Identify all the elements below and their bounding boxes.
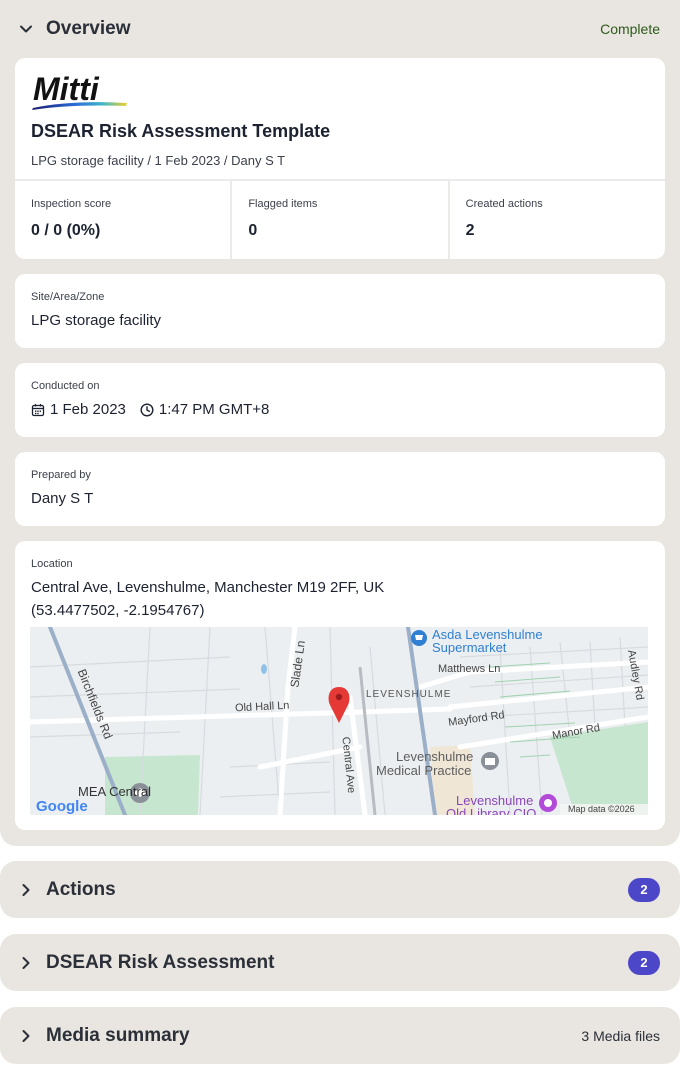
chevron-right-icon[interactable] [18,955,34,971]
stat-created-actions: Created actions 2 [465,198,543,239]
media-title: Media summary [46,1024,190,1046]
site-value: LPG storage facility [31,312,162,329]
stat-flagged-items: Flagged items 0 [232,181,450,259]
dsear-section[interactable]: DSEAR Risk Assessment 2 [0,934,680,991]
chevron-down-icon[interactable] [18,21,34,37]
actions-section[interactable]: Actions 2 [0,861,680,918]
site-label: Site/Area/Zone [31,291,105,303]
template-title: DSEAR Risk Assessment Template [31,121,331,141]
chevron-right-icon[interactable] [18,1028,34,1044]
stat-inspection-score: Inspection score 0 / 0 (0%) [15,181,233,259]
location-map[interactable]: Asda Levenshulme Supermarket Matthews Ln… [30,627,648,815]
overview-header[interactable]: Overview Complete [0,0,680,57]
template-subtitle: LPG storage facility / 1 Feb 2023 / Dany… [31,153,286,168]
svg-text:Mitti: Mitti [33,72,100,107]
clock-icon [140,402,154,417]
actions-title: Actions [46,878,116,900]
location-address: Central Ave, Levenshulme, Manchester M19… [31,579,385,596]
location-card: Location Central Ave, Levenshulme, Manch… [15,541,665,830]
location-coords: (53.4477502, -2.1954767) [31,602,205,619]
actions-count-badge: 2 [628,877,660,902]
overview-title: Overview [46,17,131,39]
map-pin-icon [328,687,350,723]
chevron-right-icon[interactable] [18,882,34,898]
location-label: Location [31,558,73,570]
media-count: 3 Media files [581,1027,660,1044]
calendar-icon [31,403,45,417]
stats-row: Inspection score 0 / 0 (0%) Flagged item… [15,179,665,259]
overview-section: Overview Complete Mitti DSEAR Risk Asses… [0,0,680,846]
prepared-label: Prepared by [31,469,91,481]
mitti-logo: Mitti [31,71,129,110]
dsear-title: DSEAR Risk Assessment [46,951,275,973]
prepared-value: Dany S T [31,490,94,507]
media-section[interactable]: Media summary 3 Media files [0,1007,680,1064]
conducted-label: Conducted on [31,380,100,392]
google-logo: Google [36,798,88,815]
status-complete: Complete [600,20,660,37]
site-card: Site/Area/Zone LPG storage facility [15,274,665,348]
conducted-card: Conducted on 1 Feb 2023 1:47 PM GMT+8 [15,363,665,437]
template-header-card: Mitti DSEAR Risk Assessment Template LPG… [15,58,665,259]
conducted-time: 1:47 PM GMT+8 [158,401,270,418]
dsear-count-badge: 2 [628,950,660,975]
conducted-date: 1 Feb 2023 [50,401,126,418]
prepared-card: Prepared by Dany S T [15,452,665,526]
